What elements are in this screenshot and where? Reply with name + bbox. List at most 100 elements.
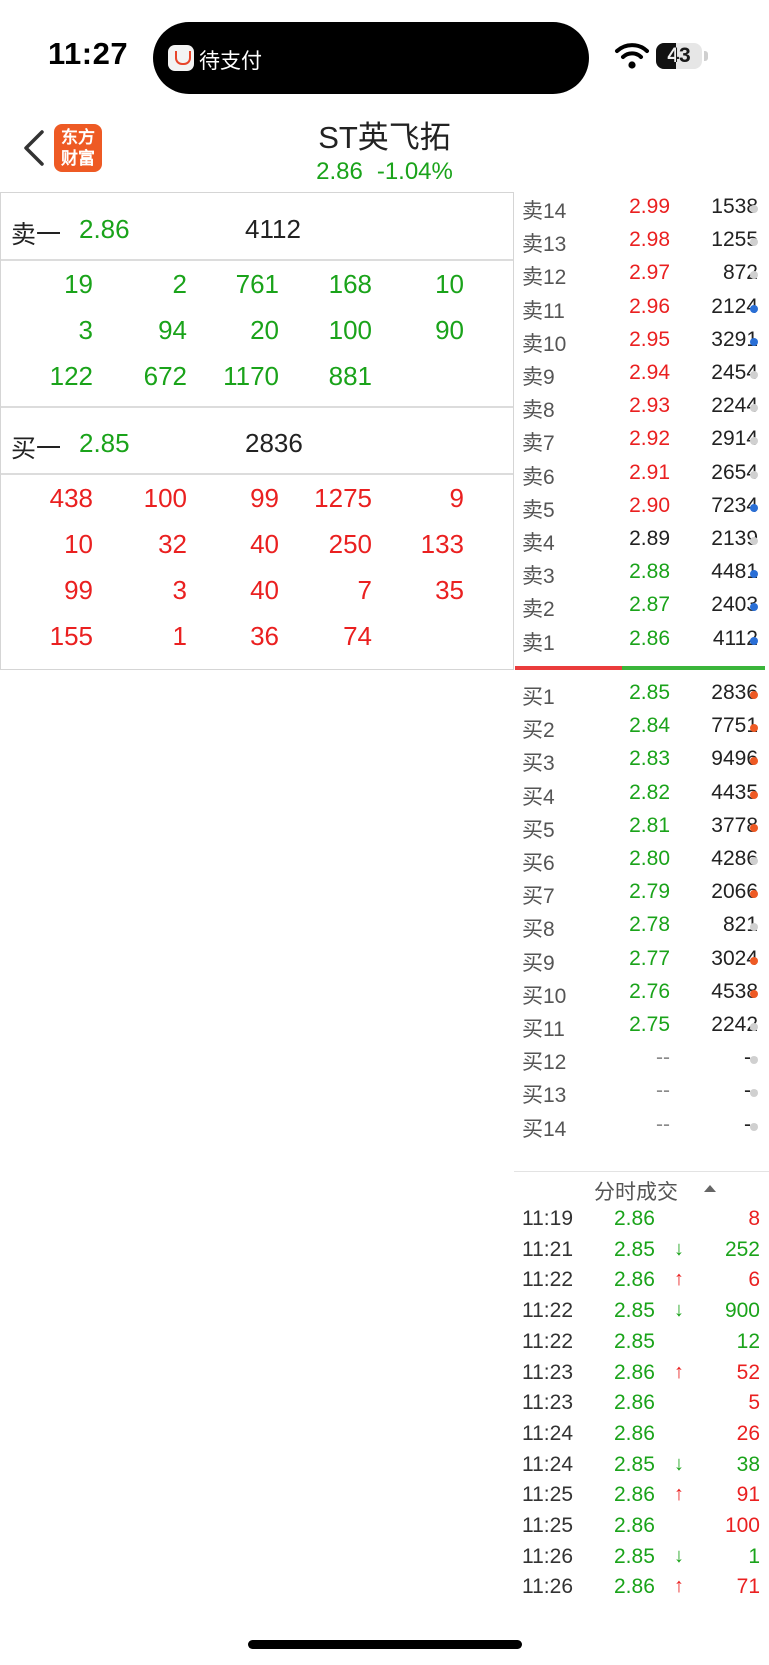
level-dot-icon [750,989,758,998]
bid-level-row[interactable]: 买8 2.78 821 [514,910,769,943]
change-percent: -1.04% [376,158,453,185]
queue-order-qty: 168 [328,269,372,299]
ask-level-row[interactable]: 卖13 2.98 1255 [514,225,769,258]
battery-icon: 43 [656,43,702,69]
tick-time: 11:26 [522,1575,573,1599]
bid-level-volume: 2066 [711,880,758,904]
ask-level-price: 2.87 [629,593,670,617]
bid-level-row[interactable]: 买2 2.84 7751 [514,711,769,744]
ask-level-volume: 2403 [711,593,758,617]
bid-level-volume: 7751 [711,714,758,738]
tick-row: 11:25 2.86 100 [514,1512,769,1543]
ask-bid-ratio-bar-red [515,666,622,670]
queue-order-qty: 3 [172,575,187,605]
tick-row: 11:26 2.85 ↓ 1 [514,1543,769,1574]
bid-level-price: 2.79 [629,880,670,904]
ask-level-price: 2.86 [629,626,670,650]
ask-level-volume: 1255 [711,228,758,252]
ask-level-row[interactable]: 卖11 2.96 2124 [514,292,769,325]
ask-level-label: 卖10 [522,332,567,356]
ask-level-price: 2.92 [629,427,670,451]
bid-level-price: 2.84 [629,714,670,738]
ask-level-row[interactable]: 卖12 2.97 872 [514,258,769,291]
tick-time: 11:22 [522,1299,573,1323]
tick-price: 2.86 [614,1360,655,1384]
ask-level-price: 2.99 [629,195,670,218]
ask-level-label: 卖13 [522,233,567,257]
bid-level-row[interactable]: 买14 ---- [514,1110,769,1143]
bid-level-label: 买11 [522,1018,565,1041]
bid-level-label: 买4 [522,785,555,809]
bid-level-price: 2.75 [629,1013,670,1036]
buy-one-qty: 2836 [245,428,303,458]
ask-level-row[interactable]: 卖4 2.89 2139 [514,524,769,557]
tick-volume: 12 [736,1329,760,1353]
bid-level-row[interactable]: 买12 ---- [514,1043,769,1076]
bid-level-row[interactable]: 买9 2.77 3024 [514,944,769,977]
bid-level-row[interactable]: 买5 2.81 3778 [514,811,769,844]
ask-level-row[interactable]: 卖6 2.91 2654 [514,458,769,491]
dynamic-island[interactable]: 待支付 [153,22,589,94]
bid-level-label: 买14 [522,1117,567,1141]
battery-percent: 43 [667,44,691,67]
tick-time: 11:24 [522,1421,573,1445]
ask-level-label: 卖8 [522,399,555,423]
tick-time: 11:22 [522,1268,573,1292]
bid-level-label: 买13 [522,1084,567,1108]
ask-level-price: 2.91 [629,460,670,484]
ask-level-price: 2.89 [629,527,670,550]
bid-level-label: 买12 [522,1051,567,1075]
ticks-header[interactable]: 分时成交 [514,1171,769,1204]
queue-order-qty: 2 [172,269,187,299]
bid-level-row[interactable]: 买7 2.79 2066 [514,877,769,910]
tick-price: 2.85 [614,1237,655,1261]
queue-order-qty: 36 [250,621,279,651]
bid-level-price: 2.77 [629,946,670,970]
bid-level-row[interactable]: 买3 2.83 9496 [514,744,769,777]
tick-row: 11:22 2.85 ↓ 900 [514,1297,769,1328]
bid-level-volume: 3778 [711,813,758,837]
bid-level-row[interactable]: 买11 2.75 2242 [514,1010,769,1043]
ask-level-price: 2.97 [629,261,670,285]
tick-volume: 6 [748,1268,760,1292]
bid-level-row[interactable]: 买10 2.76 4538 [514,977,769,1010]
ask-level-row[interactable]: 卖5 2.90 7234 [514,491,769,524]
bid-level-volume: -- [670,1046,758,1070]
tick-price: 2.86 [614,1575,655,1599]
buy-one-price: 2.85 [79,428,130,458]
tick-time: 11:25 [522,1483,573,1507]
bid-level-row[interactable]: 买6 2.80 4286 [514,844,769,877]
ask-level-row[interactable]: 卖14 2.99 1538 [514,192,769,225]
level-dot-icon [750,537,758,545]
queue-order-qty: 10 [435,269,464,299]
ticks-title: 分时成交 [594,1181,678,1204]
ask-level-row[interactable]: 卖7 2.92 2914 [514,424,769,457]
level-dot-icon [750,371,758,379]
bid-level-price: -- [656,1079,670,1103]
ask-level-row[interactable]: 卖3 2.88 4481 [514,557,769,590]
ask-level-label: 卖1 [522,631,555,655]
ask-level-label: 卖5 [522,498,555,522]
ask-level-volume: 2124 [711,294,758,318]
bid-level-label: 买5 [522,818,555,842]
queue-order-qty: 100 [143,483,187,513]
home-indicator[interactable] [248,1640,522,1649]
tick-row: 11:23 2.86 5 [514,1389,769,1420]
level-dot-icon [750,1023,758,1031]
ask-level-row[interactable]: 卖8 2.93 2244 [514,391,769,424]
ask-level-price: 2.96 [629,294,670,318]
queue-order-qty: 1275 [314,483,372,513]
level-dot-icon [750,470,758,479]
stock-quote: 2.86 -1.04% [0,158,769,186]
order-queue-panel: 卖一 2.86 4112 19 2 761 168 10 3 94 20 100 90 122 672… [0,192,514,670]
bid-level-row[interactable]: 买1 2.85 2836 [514,678,769,711]
tick-price: 2.86 [614,1391,655,1415]
queue-order-qty: 10 [64,529,93,559]
ask-level-row[interactable]: 卖9 2.94 2454 [514,358,769,391]
ask-level-label: 卖6 [522,465,555,489]
ask-level-row[interactable]: 卖2 2.87 2403 [514,590,769,623]
bid-level-row[interactable]: 买4 2.82 4435 [514,778,769,811]
bid-level-row[interactable]: 买13 ---- [514,1076,769,1109]
ask-level-row[interactable]: 卖1 2.86 4112 [514,624,769,657]
ask-level-row[interactable]: 卖10 2.95 3291 [514,325,769,358]
